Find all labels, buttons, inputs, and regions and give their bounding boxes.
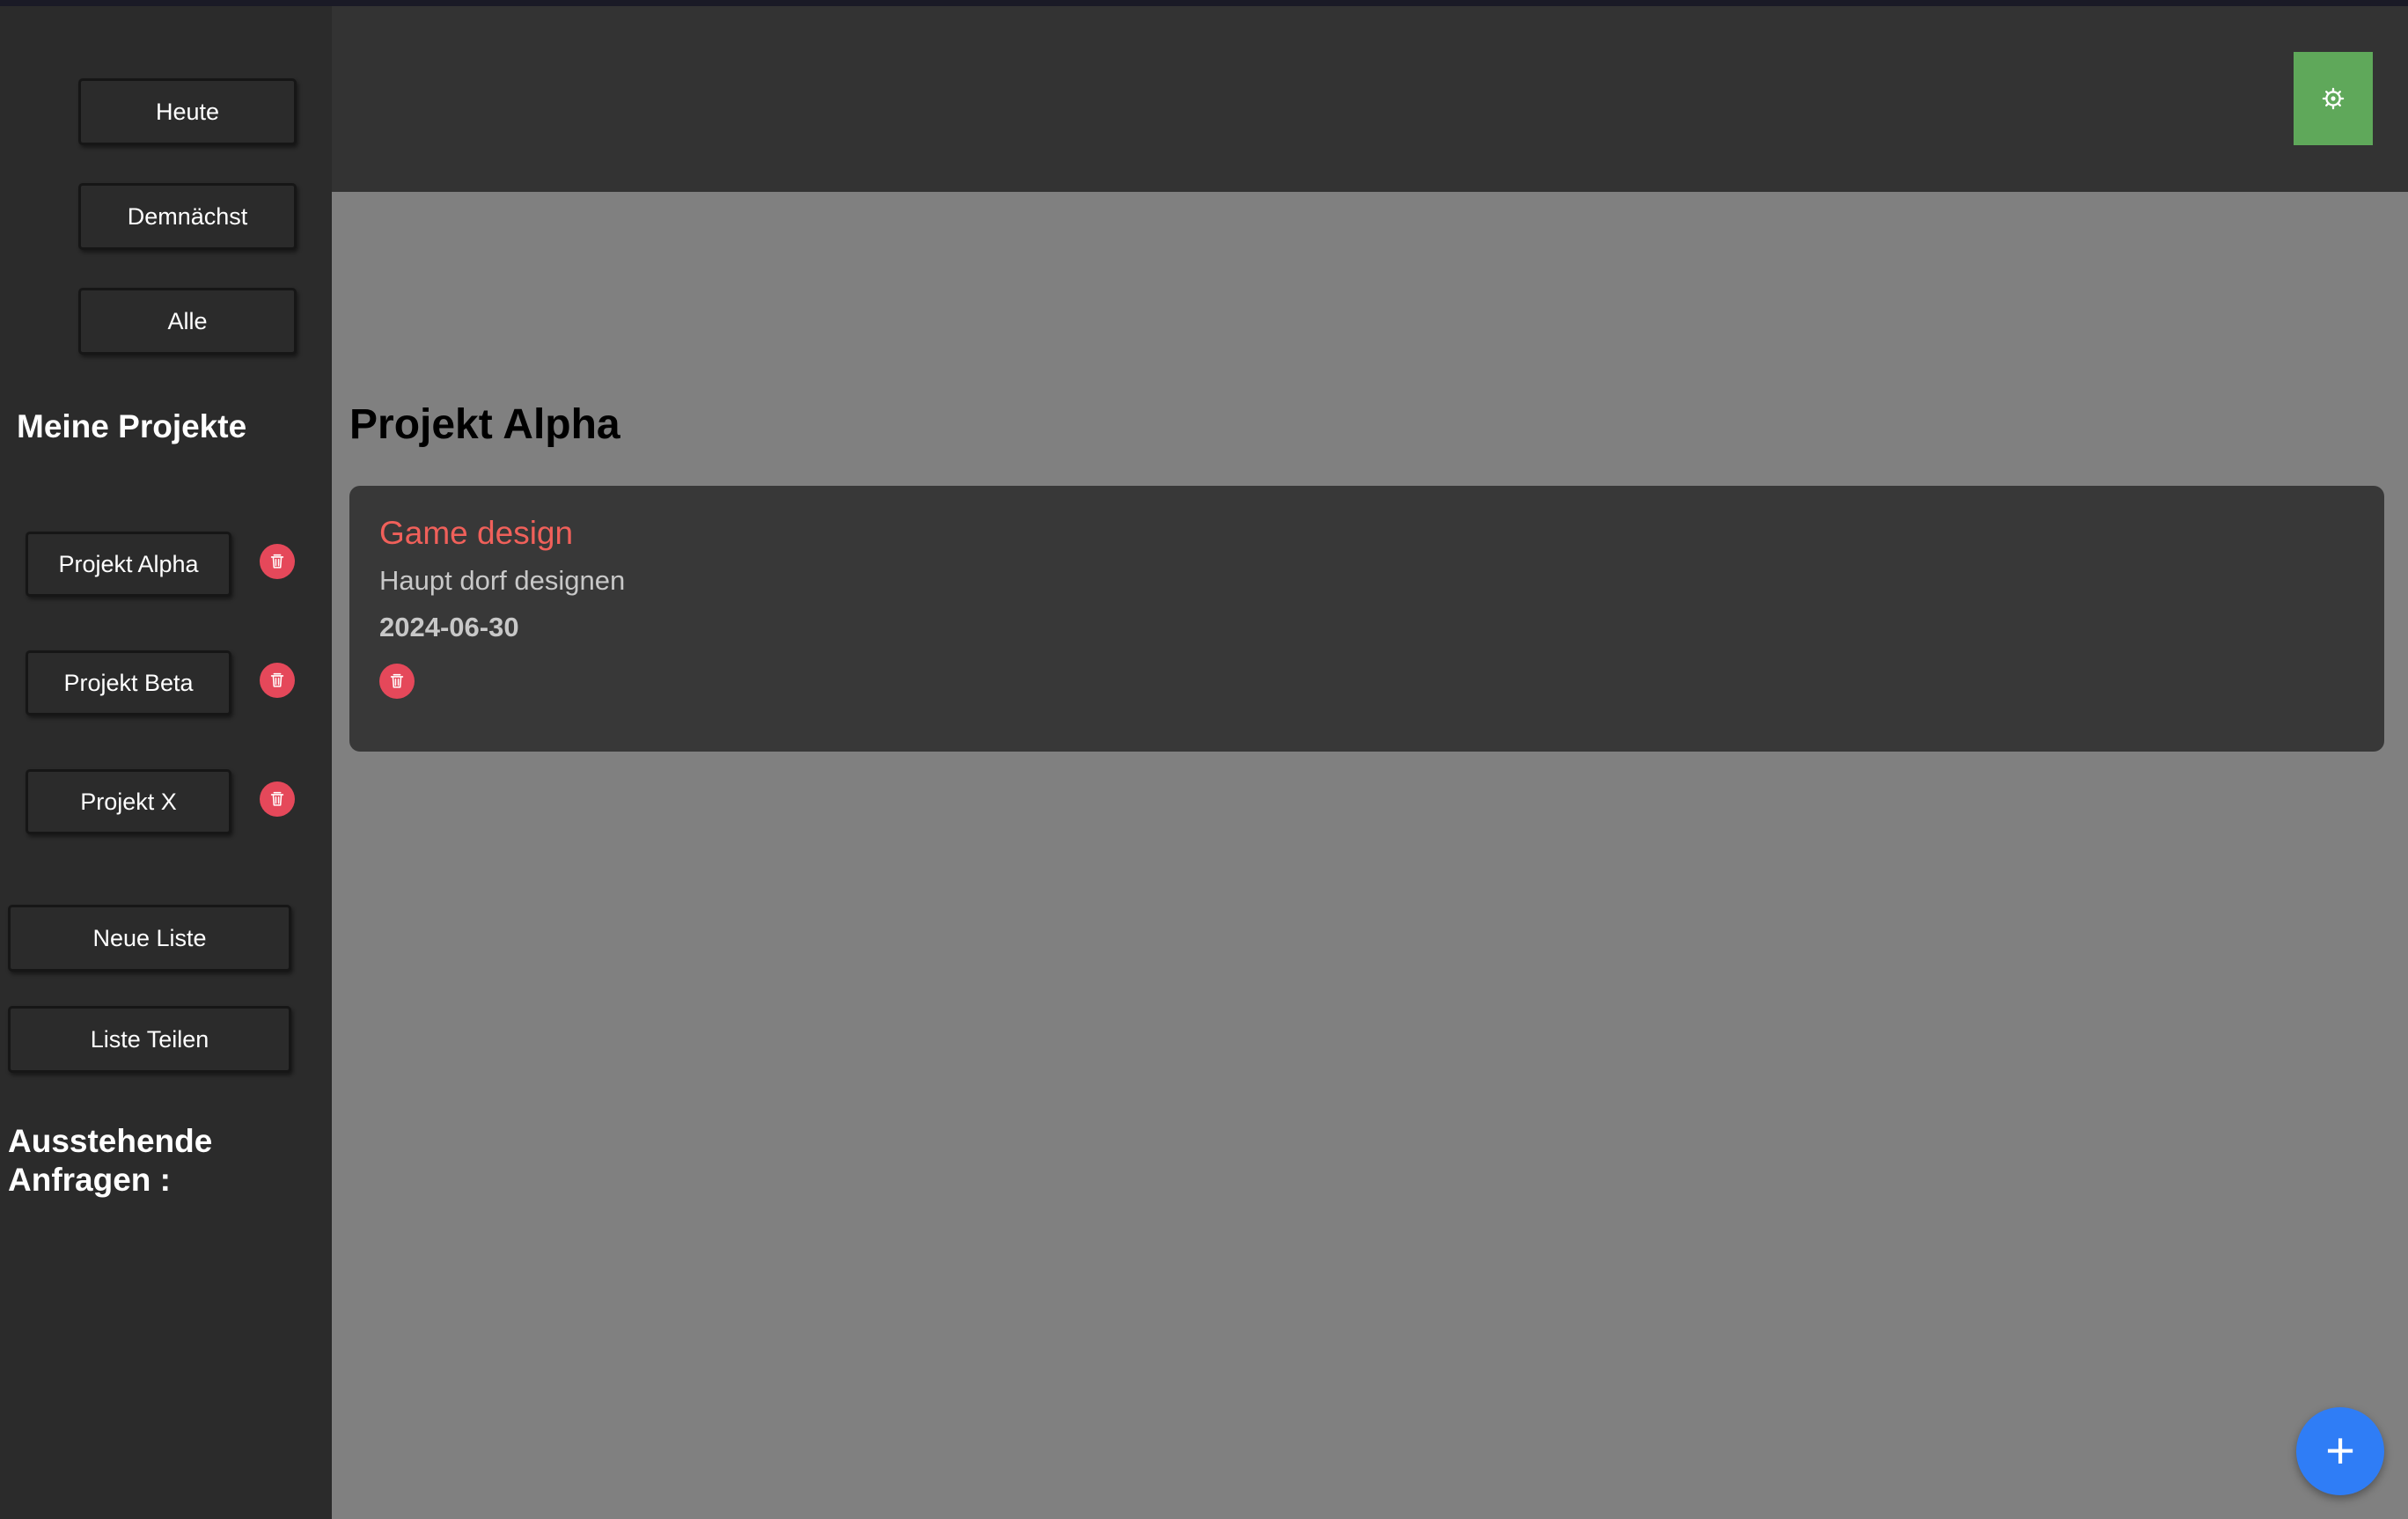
trash-icon <box>270 672 284 687</box>
new-list-button[interactable]: Neue Liste <box>8 905 291 972</box>
trash-icon <box>390 673 404 688</box>
nav-today-button[interactable]: Heute <box>78 78 297 145</box>
task-description: Haupt dorf designen <box>379 565 626 596</box>
top-border <box>0 0 2408 6</box>
delete-project-beta-button[interactable] <box>260 663 295 698</box>
trash-icon <box>270 791 284 806</box>
task-card[interactable]: Game design Haupt dorf designen 2024-06-… <box>349 486 2384 752</box>
sidebar: Heute Demnächst Alle Meine Projekte Proj… <box>0 6 332 1519</box>
delete-task-button[interactable] <box>379 664 415 699</box>
settings-button[interactable] <box>2294 52 2373 145</box>
top-header <box>332 6 2408 192</box>
pending-requests-line2: Anfragen : <box>8 1162 171 1198</box>
pending-requests-heading: Ausstehende Anfragen : <box>8 1122 212 1200</box>
task-title: Game design <box>379 515 574 551</box>
project-x-button[interactable]: Projekt X <box>26 769 231 834</box>
task-due-date: 2024-06-30 <box>379 612 519 642</box>
page-title: Projekt Alpha <box>349 401 620 448</box>
projects-heading: Meine Projekte <box>17 408 247 444</box>
delete-project-alpha-button[interactable] <box>260 544 295 579</box>
pending-requests-line1: Ausstehende <box>8 1123 213 1159</box>
trash-icon <box>270 554 284 569</box>
app-root: Heute Demnächst Alle Meine Projekte Proj… <box>0 0 2408 1519</box>
gear-icon <box>2322 87 2345 110</box>
project-beta-button[interactable]: Projekt Beta <box>26 650 231 715</box>
nav-upcoming-button[interactable]: Demnächst <box>78 183 297 250</box>
nav-all-button[interactable]: Alle <box>78 288 297 355</box>
project-alpha-button[interactable]: Projekt Alpha <box>26 532 231 597</box>
delete-project-x-button[interactable] <box>260 782 295 817</box>
plus-icon: + <box>2325 1422 2355 1479</box>
add-task-button[interactable]: + <box>2296 1407 2384 1495</box>
share-list-button[interactable]: Liste Teilen <box>8 1006 291 1073</box>
